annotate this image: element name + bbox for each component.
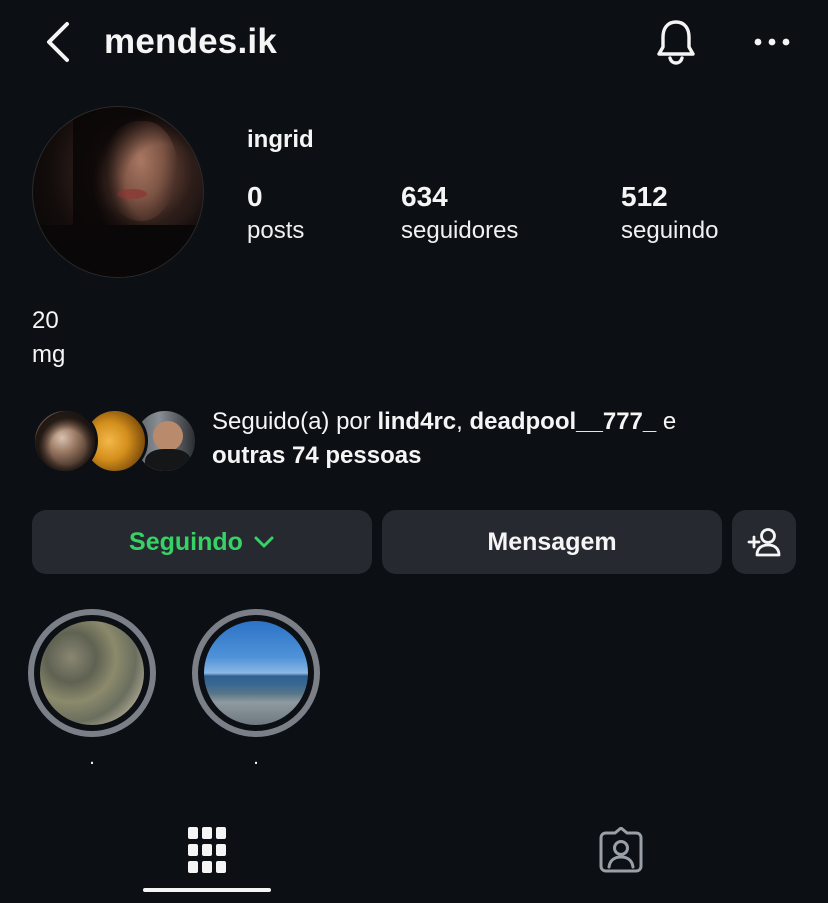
- display-name: ingrid: [247, 126, 314, 153]
- profile-avatar[interactable]: [32, 106, 204, 278]
- avatar-shadow: [33, 225, 203, 277]
- profile-username: mendes.ik: [104, 22, 277, 61]
- followed-by-prefix: Seguido(a) por: [212, 408, 378, 435]
- suggest-users-button[interactable]: [732, 510, 796, 574]
- bell-icon: [657, 20, 695, 65]
- following-label: Seguindo: [129, 527, 243, 556]
- avatar: [32, 408, 98, 474]
- others-link[interactable]: outras 74 pessoas: [212, 442, 421, 469]
- more-options-button[interactable]: [746, 22, 798, 62]
- highlight-label: .: [253, 747, 259, 769]
- notifications-button[interactable]: [650, 16, 702, 68]
- highlight-cover: [40, 621, 144, 725]
- back-button[interactable]: [36, 18, 80, 66]
- following-button[interactable]: Seguindo: [32, 510, 372, 574]
- highlight-ring: [192, 609, 320, 737]
- story-highlight[interactable]: .: [28, 609, 156, 769]
- followed-by-text[interactable]: Seguido(a) por lind4rc, deadpool__777_ e…: [212, 405, 772, 473]
- highlight-cover: [204, 621, 308, 725]
- posts-count: 0: [247, 181, 263, 212]
- mutual-followers-avatars[interactable]: [32, 408, 198, 474]
- highlight-label: .: [89, 747, 95, 769]
- stat-following[interactable]: 512 seguindo: [621, 180, 718, 246]
- bio-line: 20: [32, 307, 59, 334]
- separator-text: ,: [456, 408, 470, 435]
- mutual-user-link[interactable]: lind4rc: [377, 408, 456, 435]
- followers-count: 634: [401, 181, 448, 212]
- chevron-down-icon: [253, 535, 275, 549]
- tab-tagged[interactable]: [557, 820, 685, 880]
- bio-line: mg: [32, 341, 66, 368]
- message-label: Mensagem: [487, 527, 617, 556]
- bio: 20 mg: [32, 304, 65, 372]
- mutual-user-link[interactable]: deadpool__777_: [469, 408, 656, 435]
- story-highlight[interactable]: .: [192, 609, 320, 769]
- message-button[interactable]: Mensagem: [382, 510, 722, 574]
- active-tab-indicator: [143, 888, 271, 892]
- conjunction-text: e: [656, 408, 677, 435]
- following-count: 512: [621, 181, 668, 212]
- posts-label: posts: [247, 217, 305, 244]
- tagged-icon: [599, 827, 643, 873]
- add-user-icon: [747, 528, 781, 557]
- chevron-left-icon: [47, 22, 69, 62]
- more-horizontal-icon: [754, 38, 790, 46]
- highlight-ring: [28, 609, 156, 737]
- tab-posts-grid[interactable]: [143, 820, 271, 880]
- following-label: seguindo: [621, 217, 719, 244]
- followers-label: seguidores: [401, 217, 519, 244]
- stat-posts[interactable]: 0 posts: [247, 180, 304, 246]
- grid-icon: [188, 827, 226, 873]
- stat-followers[interactable]: 634 seguidores: [401, 180, 518, 246]
